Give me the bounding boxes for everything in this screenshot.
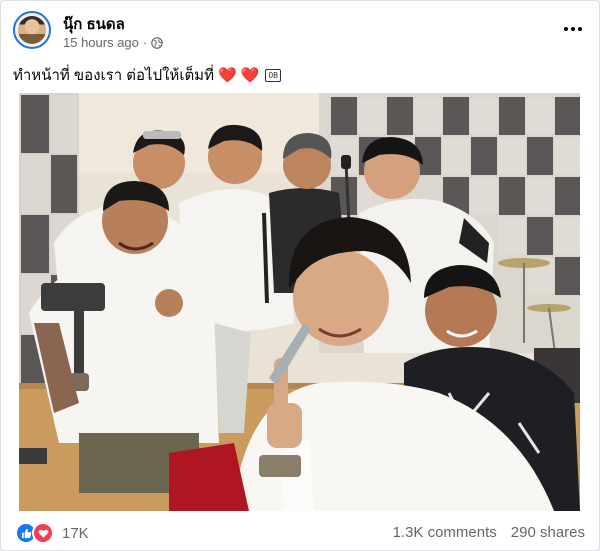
post-photo[interactable] [19, 93, 580, 511]
avatar-image [18, 16, 46, 44]
author-name[interactable]: นุ๊ก ธนดล [63, 12, 125, 36]
heart-emoji: ❤️ [217, 67, 237, 84]
ob-emoji-badge: OB [265, 68, 281, 82]
meta-separator: · [142, 35, 148, 50]
dot-icon [578, 27, 582, 31]
post-header: นุ๊ก ธนดล 15 hours ago · [1, 1, 599, 57]
comments-count-link[interactable]: 1.3K comments [393, 524, 497, 541]
shares-count-link[interactable]: 290 shares [511, 524, 585, 541]
engagement-stats: 1.3K comments 290 shares [393, 524, 585, 541]
post-card: นุ๊ก ธนดล 15 hours ago · ทำหน้าที่ ของเร… [0, 0, 600, 551]
globe-icon[interactable] [151, 36, 164, 49]
reaction-count[interactable]: 17K [62, 525, 89, 542]
reactions-summary[interactable]: 17K [15, 522, 89, 544]
group-selfie-photo [19, 93, 580, 511]
love-icon [32, 522, 54, 544]
more-options-button[interactable] [557, 15, 589, 43]
post-footer: 17K 1.3K comments 290 shares [1, 513, 599, 550]
post-caption: ทำหน้าที่ ของเรา ต่อไปให้เต็มที่ ❤️ ❤️ OB [13, 63, 281, 87]
dot-icon [571, 27, 575, 31]
heart-emoji: ❤️ [240, 67, 260, 84]
author-avatar[interactable] [13, 11, 51, 49]
post-timestamp[interactable]: 15 hours ago [63, 35, 139, 50]
dot-icon [564, 27, 568, 31]
post-meta: 15 hours ago · [63, 35, 164, 50]
caption-text: ทำหน้าที่ ของเรา ต่อไปให้เต็มที่ [13, 67, 214, 84]
